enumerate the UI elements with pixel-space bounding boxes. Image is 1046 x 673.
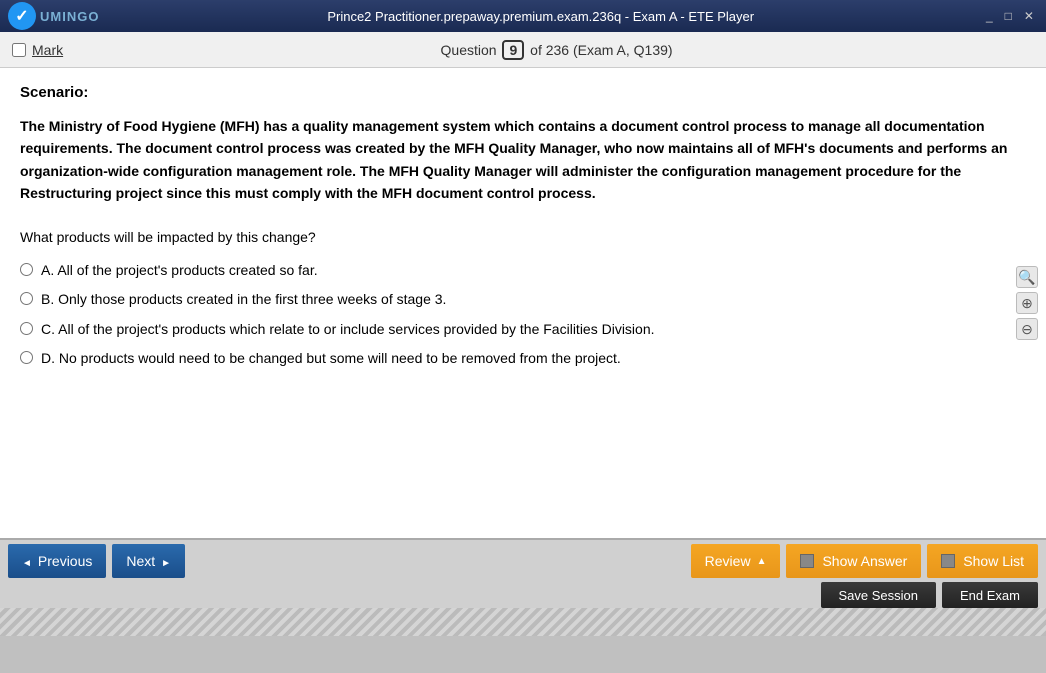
chevron-left-icon	[22, 553, 32, 569]
question-info: Question 9 of 236 (Exam A, Q139)	[441, 40, 673, 60]
save-session-button[interactable]: Save Session	[821, 582, 937, 608]
logo-icon: ✓	[8, 2, 36, 30]
maximize-button[interactable]: □	[1001, 9, 1016, 23]
question-label: Question	[441, 42, 497, 58]
option-d-label[interactable]: D. No products would need to be changed …	[41, 349, 621, 369]
show-list-button[interactable]: Show List	[927, 544, 1038, 578]
option-a-radio[interactable]	[20, 263, 33, 276]
logo-text: UMINGO	[40, 9, 99, 24]
option-c-radio[interactable]	[20, 322, 33, 335]
mark-checkbox[interactable]	[12, 43, 26, 57]
question-total: of 236 (Exam A, Q139)	[530, 42, 672, 58]
option-b-radio[interactable]	[20, 292, 33, 305]
logo: ✓ UMINGO	[8, 2, 99, 30]
end-exam-button[interactable]: End Exam	[942, 582, 1038, 608]
list-item: D. No products would need to be changed …	[20, 349, 1026, 369]
option-d-radio[interactable]	[20, 351, 33, 364]
option-a-label[interactable]: A. All of the project's products created…	[41, 261, 318, 281]
title-bar: ✓ UMINGO Prince2 Practitioner.prepaway.p…	[0, 0, 1046, 32]
question-text: What products will be impacted by this c…	[20, 229, 1026, 245]
option-b-label[interactable]: B. Only those products created in the fi…	[41, 290, 446, 310]
session-row: Save Session End Exam	[0, 582, 1046, 608]
list-item: A. All of the project's products created…	[20, 261, 1026, 281]
scenario-title: Scenario:	[20, 84, 1026, 101]
show-answer-checkbox	[800, 554, 814, 568]
show-answer-button[interactable]: Show Answer	[786, 544, 921, 578]
zoom-out-button[interactable]: ⊖	[1016, 318, 1038, 340]
zoom-controls: 🔍 ⊕ ⊖	[1016, 266, 1038, 340]
option-c-label[interactable]: C. All of the project's products which r…	[41, 320, 655, 340]
review-button[interactable]: Review ▲	[691, 544, 781, 578]
toolbar: Mark Question 9 of 236 (Exam A, Q139)	[0, 32, 1046, 68]
list-item: C. All of the project's products which r…	[20, 320, 1026, 340]
scenario-text: The Ministry of Food Hygiene (MFH) has a…	[20, 115, 1026, 205]
review-arrow-icon: ▲	[757, 556, 767, 567]
next-button[interactable]: Next	[112, 544, 185, 578]
zoom-in-button[interactable]: ⊕	[1016, 292, 1038, 314]
bottom-bar: Previous Next Review ▲ Show Answer Show …	[0, 538, 1046, 608]
title-bar-left: ✓ UMINGO	[8, 2, 99, 30]
window-controls: _ □ ✕	[982, 9, 1038, 23]
show-list-checkbox	[941, 554, 955, 568]
close-button[interactable]: ✕	[1020, 9, 1038, 23]
previous-button[interactable]: Previous	[8, 544, 106, 578]
minimize-button[interactable]: _	[982, 9, 997, 23]
answer-options: A. All of the project's products created…	[20, 261, 1026, 369]
window-title: Prince2 Practitioner.prepaway.premium.ex…	[327, 9, 754, 24]
main-content: Scenario: The Ministry of Food Hygiene (…	[0, 68, 1046, 538]
nav-row: Previous Next Review ▲ Show Answer Show …	[0, 540, 1046, 582]
mark-label: Mark	[32, 42, 63, 58]
list-item: B. Only those products created in the fi…	[20, 290, 1026, 310]
mark-area: Mark	[12, 42, 63, 58]
question-number-badge: 9	[502, 40, 524, 60]
search-icon[interactable]: 🔍	[1016, 266, 1038, 288]
hatch-strip	[0, 608, 1046, 636]
chevron-right-icon	[161, 553, 171, 569]
